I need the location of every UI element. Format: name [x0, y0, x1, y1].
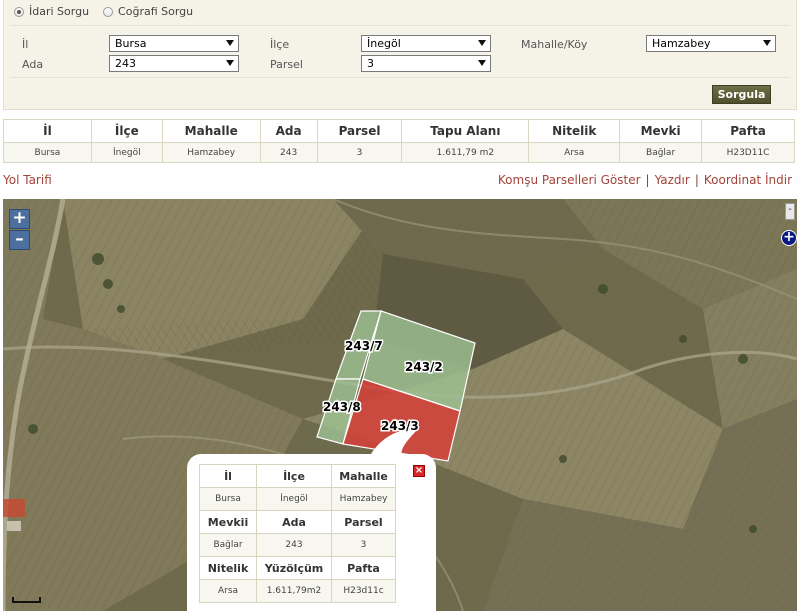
ilce-select-value: İnegöl	[367, 37, 401, 50]
il-select[interactable]: Bursa	[109, 35, 239, 52]
radio-admin-query[interactable]: İdari Sorgu	[14, 5, 89, 18]
popup-value-yuzolcum: 1.611,79m2	[256, 579, 332, 603]
query-type-radios: İdari Sorgu Coğrafi Sorgu	[14, 5, 193, 18]
cell-mahalle: Hamzabey	[161, 142, 261, 163]
popup-header-row: İl İlçe Mahalle	[199, 464, 396, 488]
dropdown-arrow-icon	[478, 60, 486, 66]
results-table: İl İlçe Mahalle Ada Parsel Tapu Alanı Ni…	[3, 119, 795, 163]
col-header-parsel: Parsel	[316, 119, 403, 143]
popup-header-mahalle: Mahalle	[331, 464, 396, 488]
cell-tapu-alani: 1.611,79 m2	[401, 142, 530, 163]
col-header-mahalle: Mahalle	[161, 119, 261, 143]
download-coordinates-link[interactable]: Koordinat İndir	[704, 173, 792, 187]
popup-value-mevkii: Bağlar	[199, 533, 257, 557]
popup-value-nitelik: Arsa	[199, 579, 257, 603]
popup-value-row: Bursa İnegöl Hamzabey	[199, 487, 396, 511]
link-separator: |	[694, 173, 699, 187]
parcel-label-243-8: 243/8	[323, 400, 361, 414]
popup-header-yuzolcum: Yüzölçüm	[256, 556, 332, 580]
parcel-label-243-3: 243/3	[381, 419, 419, 433]
col-header-ilce: İlçe	[90, 119, 163, 143]
print-link[interactable]: Yazdır	[655, 173, 690, 187]
popup-header-ilce: İlçe	[256, 464, 332, 488]
radio-geo-label: Coğrafi Sorgu	[118, 5, 194, 18]
popup-header-pafta: Pafta	[331, 556, 396, 580]
parcel-label-243-2: 243/2	[405, 360, 443, 374]
col-header-mevki: Mevki	[619, 119, 703, 143]
ilce-select[interactable]: İnegöl	[361, 35, 491, 52]
dropdown-arrow-icon	[226, 60, 234, 66]
map-actions: Komşu Parselleri Göster | Yazdır | Koord…	[498, 173, 792, 187]
mahalle-select[interactable]: Hamzabey	[646, 35, 776, 52]
label-il: İl	[22, 38, 29, 51]
col-header-tapu-alani: Tapu Alanı	[401, 119, 530, 143]
radio-admin-label: İdari Sorgu	[29, 5, 90, 18]
show-neighbors-link[interactable]: Komşu Parselleri Göster	[498, 173, 641, 187]
zoom-out-button[interactable]: –	[9, 230, 30, 250]
popup-value-row: Arsa 1.611,79m2 H23d11c	[199, 579, 396, 603]
cell-mevki: Bağlar	[619, 142, 703, 163]
popup-value-ada: 243	[256, 533, 332, 557]
cell-ada: 243	[259, 142, 318, 163]
popup-header-ada: Ada	[256, 510, 332, 534]
zoom-in-button[interactable]: +	[9, 209, 30, 229]
popup-info-table: İl İlçe Mahalle Bursa İnegöl Hamzabey Me…	[199, 464, 396, 603]
il-select-value: Bursa	[115, 37, 147, 50]
parcel-label-243-7: 243/7	[345, 339, 383, 353]
col-header-il: İl	[3, 119, 92, 143]
parsel-select[interactable]: 3	[361, 55, 491, 72]
ada-select-value: 243	[115, 57, 136, 70]
layer-switcher-icon[interactable]: +	[781, 230, 797, 246]
radio-selected-icon[interactable]	[14, 6, 24, 17]
parsel-select-value: 3	[367, 57, 374, 70]
col-header-ada: Ada	[259, 119, 318, 143]
label-ilce: İlçe	[270, 38, 290, 51]
cell-ilce: İnegöl	[90, 142, 163, 163]
collapse-toggle[interactable]: -	[785, 203, 795, 220]
radio-unselected-icon[interactable]	[103, 6, 114, 17]
popup-value-parsel: 3	[331, 533, 396, 557]
scale-bar	[12, 597, 41, 603]
ada-select[interactable]: 243	[109, 55, 239, 72]
popup-value-mahalle: Hamzabey	[331, 487, 396, 511]
col-header-pafta: Pafta	[701, 119, 795, 143]
cell-parsel: 3	[316, 142, 403, 163]
label-parsel: Parsel	[270, 58, 303, 71]
close-icon[interactable]: ×	[413, 465, 425, 477]
label-mahalle: Mahalle/Köy	[521, 38, 588, 51]
query-button[interactable]: Sorgula	[712, 85, 771, 104]
mahalle-select-value: Hamzabey	[652, 37, 711, 50]
popup-header-mevkii: Mevkii	[199, 510, 257, 534]
popup-value-pafta: H23d11c	[331, 579, 396, 603]
results-header-row: İl İlçe Mahalle Ada Parsel Tapu Alanı Ni…	[3, 119, 795, 143]
divider	[10, 77, 790, 78]
popup-header-nitelik: Nitelik	[199, 556, 257, 580]
dropdown-arrow-icon	[478, 40, 486, 46]
table-row[interactable]: Bursa İnegöl Hamzabey 243 3 1.611,79 m2 …	[3, 142, 795, 163]
cell-il: Bursa	[3, 142, 92, 163]
radio-geo-query[interactable]: Coğrafi Sorgu	[103, 5, 193, 18]
cell-nitelik: Arsa	[528, 142, 621, 163]
popup-header-row: Nitelik Yüzölçüm Pafta	[199, 556, 396, 580]
link-separator: |	[645, 173, 650, 187]
popup-value-row: Bağlar 243 3	[199, 533, 396, 557]
divider	[10, 25, 790, 26]
popup-header-row: Mevkii Ada Parsel	[199, 510, 396, 534]
dropdown-arrow-icon	[763, 40, 771, 46]
col-header-nitelik: Nitelik	[528, 119, 621, 143]
popup-value-ilce: İnegöl	[256, 487, 332, 511]
label-ada: Ada	[22, 58, 44, 71]
popup-value-il: Bursa	[199, 487, 257, 511]
dropdown-arrow-icon	[226, 40, 234, 46]
cell-pafta: H23D11C	[701, 142, 795, 163]
directions-link[interactable]: Yol Tarifi	[3, 173, 52, 187]
popup-header-il: İl	[199, 464, 257, 488]
popup-header-parsel: Parsel	[331, 510, 396, 534]
